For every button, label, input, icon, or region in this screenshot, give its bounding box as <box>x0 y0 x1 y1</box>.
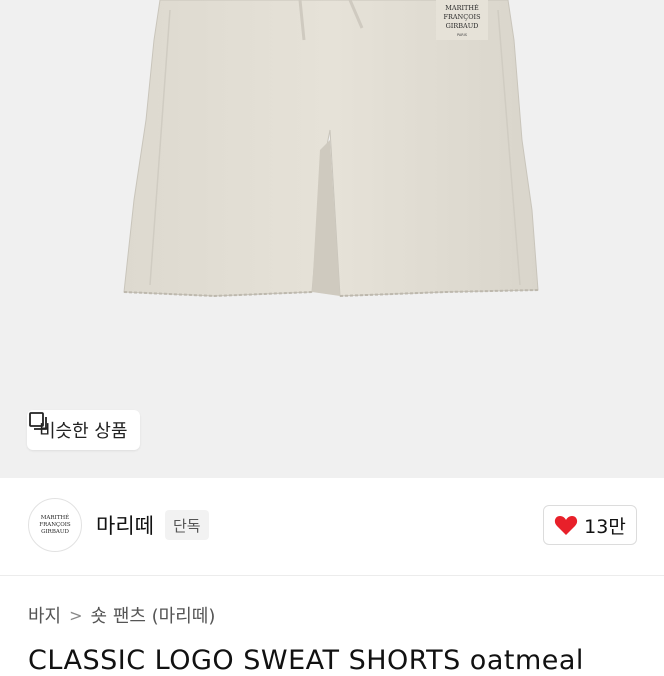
breadcrumb-subcategory[interactable]: 숏 팬츠 (마리떼) <box>91 602 216 628</box>
similar-items-label: 비슷한 상품 <box>39 421 128 442</box>
likes-count: 13만 <box>584 515 626 538</box>
similar-items-icon <box>29 412 47 430</box>
svg-text:MARITHÉ: MARITHÉ <box>445 3 479 12</box>
svg-text:GIRBAUD: GIRBAUD <box>41 529 69 535</box>
brand-logo-mark: MARITHÉ FRANÇOIS GIRBAUD <box>39 513 71 535</box>
svg-text:PARIS: PARIS <box>457 33 468 37</box>
brand-logo[interactable]: MARITHÉ FRANÇOIS GIRBAUD <box>28 498 82 552</box>
shorts-illustration: MARITHÉ FRANÇOIS GIRBAUD PARIS <box>123 0 539 298</box>
svg-text:MARITHÉ: MARITHÉ <box>41 513 69 521</box>
seller-row: MARITHÉ FRANÇOIS GIRBAUD 마리떼 단독 13만 <box>0 478 664 576</box>
svg-text:GIRBAUD: GIRBAUD <box>446 22 479 30</box>
svg-text:FRANÇOIS: FRANÇOIS <box>443 13 480 21</box>
exclusive-badge: 단독 <box>165 510 209 540</box>
product-title: CLASSIC LOGO SWEAT SHORTS oatmeal <box>28 645 584 676</box>
similar-items-button[interactable]: 비슷한 상품 <box>27 410 140 450</box>
svg-text:FRANÇOIS: FRANÇOIS <box>39 522 71 528</box>
breadcrumb-separator: > <box>69 605 83 625</box>
breadcrumb-category[interactable]: 바지 <box>28 602 61 628</box>
breadcrumb: 바지 > 숏 팬츠 (마리떼) <box>28 602 215 628</box>
heart-icon <box>555 516 578 535</box>
brand-name[interactable]: 마리떼 <box>96 510 154 540</box>
product-image[interactable]: MARITHÉ FRANÇOIS GIRBAUD PARIS 비슷한 상품 <box>0 0 664 478</box>
like-button[interactable]: 13만 <box>543 505 637 545</box>
